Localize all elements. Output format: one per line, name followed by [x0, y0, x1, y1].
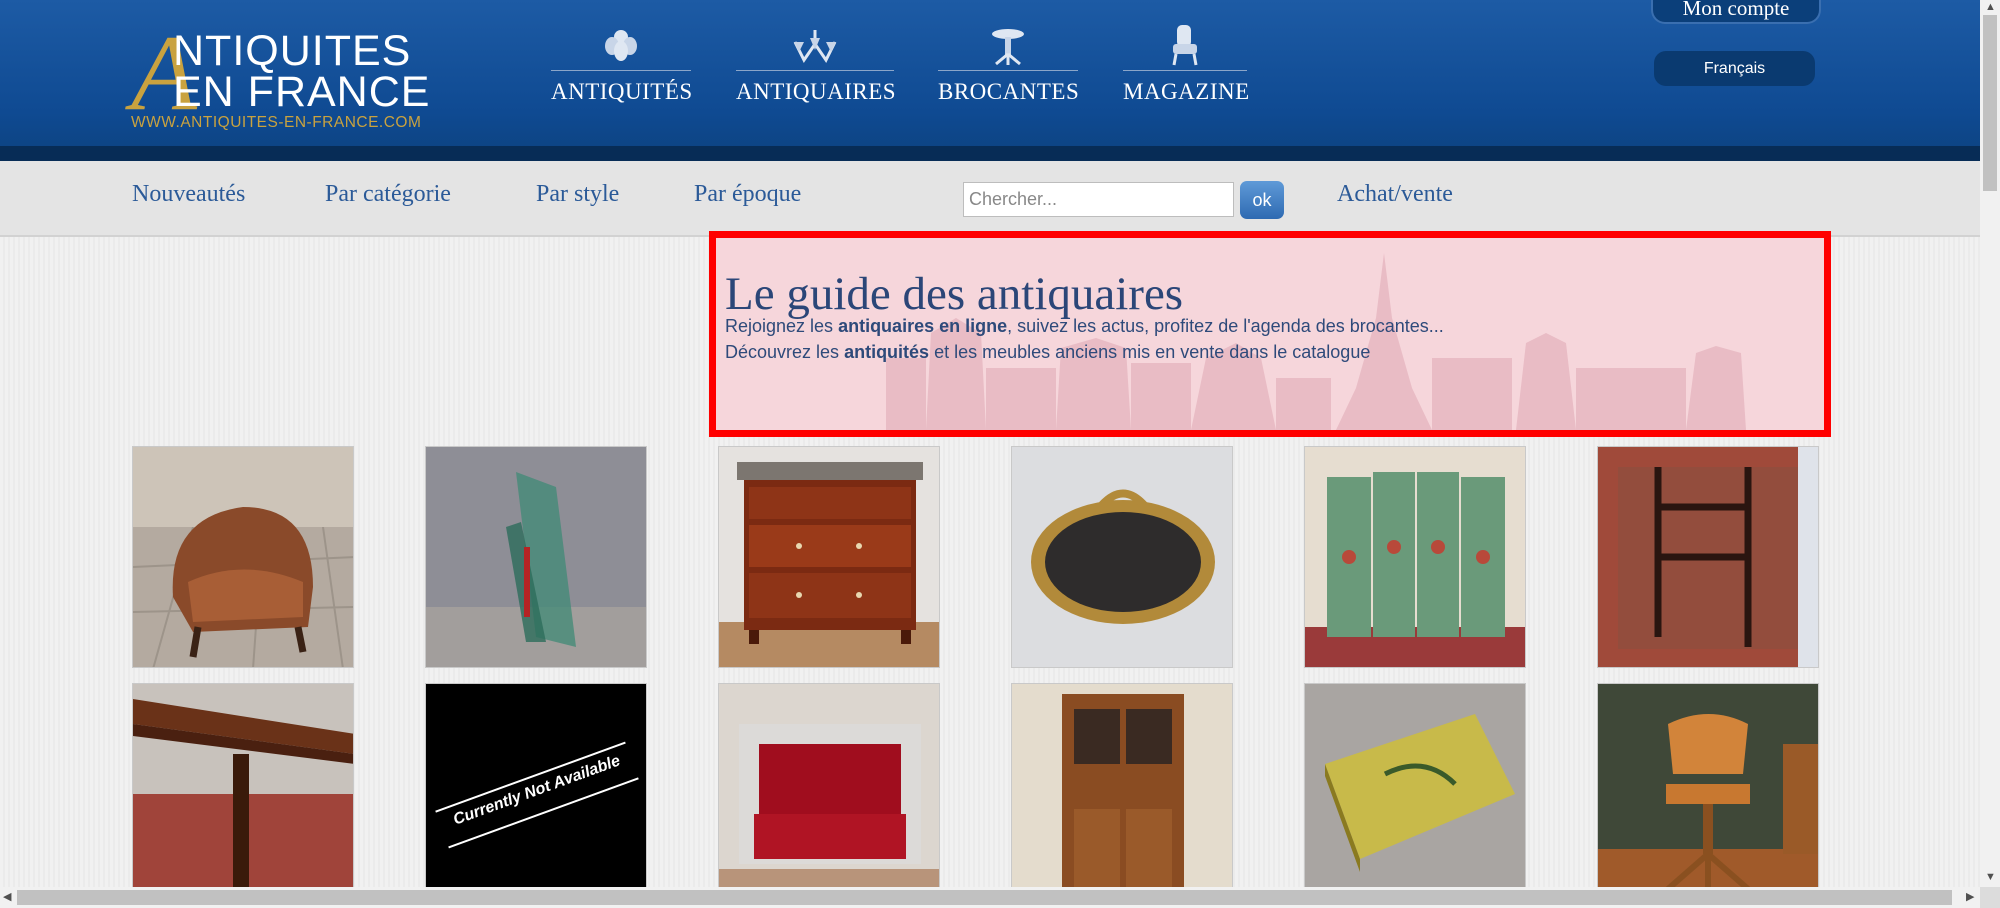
subnav-par-epoque[interactable]: Par époque — [694, 181, 801, 208]
product-thumb-glass-sculpture[interactable] — [425, 446, 647, 668]
product-thumb-wooden-stand[interactable] — [1597, 446, 1819, 668]
scroll-down-arrow-icon[interactable]: ▼ — [1985, 872, 1996, 883]
nav-label: MAGAZINE — [1123, 79, 1250, 104]
product-thumb-wooden-buffet[interactable] — [1011, 683, 1233, 887]
nav-label: ANTIQUAIRES — [736, 79, 897, 104]
nav-brocantes[interactable]: BROCANTES — [938, 22, 1080, 105]
subnav-achat-vente[interactable]: Achat/vente — [1337, 181, 1453, 208]
header-band — [0, 146, 1980, 161]
nav-magazine[interactable]: MAGAZINE — [1123, 22, 1250, 105]
subnav-par-style[interactable]: Par style — [536, 181, 619, 208]
scroll-up-arrow-icon[interactable]: ▲ — [1985, 2, 1996, 13]
page-viewport: A NTIQUITES EN FRANCE WWW.ANTIQUITES-EN-… — [0, 0, 1980, 887]
scroll-right-arrow-icon[interactable]: ▶ — [1966, 892, 1974, 903]
horizontal-scroll-thumb[interactable] — [17, 890, 1952, 905]
subnav-nouveautes[interactable]: Nouveautés — [132, 181, 245, 208]
subnav-par-categorie[interactable]: Par catégorie — [325, 181, 451, 208]
nav-rule — [551, 70, 691, 71]
nav-label: ANTIQUITÉS — [551, 79, 693, 104]
armchair-icon — [1123, 22, 1247, 66]
chandelier-icon — [736, 22, 894, 66]
logo-url: WWW.ANTIQUITES-EN-FRANCE.COM — [131, 114, 422, 131]
guide-text: Découvrez les — [725, 342, 845, 362]
guide-line-1: Rejoignez les antiquaires en ligne, suiv… — [725, 316, 1444, 337]
cherub-icon — [551, 22, 691, 66]
guide-banner: Le guide des antiquaires Rejoignez les a… — [709, 231, 1831, 437]
vertical-scroll-thumb[interactable] — [1983, 15, 1997, 191]
guide-text: et les meubles anciens mis en vente dans… — [929, 342, 1371, 362]
secondary-nav: Nouveautés Par catégorie Par style Par é… — [0, 161, 1980, 237]
guide-text: Rejoignez les — [725, 316, 839, 336]
product-thumb-mahogany-chest[interactable] — [718, 446, 940, 668]
pedestal-table-icon — [938, 22, 1078, 66]
account-button[interactable]: Mon compte — [1651, 0, 1821, 24]
guide-link-antiquaires[interactable]: antiquaires en ligne — [838, 316, 1007, 336]
scroll-left-arrow-icon[interactable]: ◀ — [3, 892, 11, 903]
horizontal-scrollbar[interactable]: ◀ ▶ — [0, 887, 1980, 908]
guide-link-antiquites[interactable]: antiquités — [844, 342, 929, 362]
nav-rule — [938, 70, 1078, 71]
guide-line-2: Découvrez les antiquités et les meubles … — [725, 342, 1370, 363]
nav-label: BROCANTES — [938, 79, 1080, 104]
site-header: A NTIQUITES EN FRANCE WWW.ANTIQUITES-EN-… — [0, 0, 1980, 161]
scrollbar-corner — [1980, 887, 2000, 908]
site-logo[interactable]: A NTIQUITES EN FRANCE WWW.ANTIQUITES-EN-… — [131, 20, 436, 132]
product-thumb-office-chair[interactable] — [1597, 683, 1819, 887]
product-thumb-red-sofa[interactable] — [718, 683, 940, 887]
language-selector[interactable]: Français — [1654, 51, 1815, 86]
nav-rule — [1123, 70, 1247, 71]
product-thumb-gilded-mirror[interactable] — [1011, 446, 1233, 668]
product-thumb-folding-screen[interactable] — [1304, 446, 1526, 668]
logo-line-2: EN FRANCE — [173, 68, 431, 116]
nav-rule — [736, 70, 894, 71]
vertical-scrollbar[interactable]: ▲ ▼ — [1980, 0, 2000, 887]
nav-antiquaires[interactable]: ANTIQUAIRES — [736, 22, 897, 105]
product-thumb-leather-armchair[interactable] — [132, 446, 354, 668]
guide-title: Le guide des antiquaires — [725, 268, 1184, 320]
search-input[interactable]: Chercher... — [963, 182, 1234, 217]
product-thumb-coffee-table[interactable] — [1304, 683, 1526, 887]
guide-text: , suivez les actus, profitez de l'agenda… — [1007, 316, 1444, 336]
search-ok-button[interactable]: ok — [1240, 181, 1284, 219]
logo-line-1: NTIQUITES — [173, 27, 412, 75]
product-thumb-wooden-table[interactable] — [132, 683, 354, 887]
product-thumb-not-available[interactable]: Currently Not Available — [425, 683, 647, 887]
nav-antiquites[interactable]: ANTIQUITÉS — [551, 22, 693, 105]
